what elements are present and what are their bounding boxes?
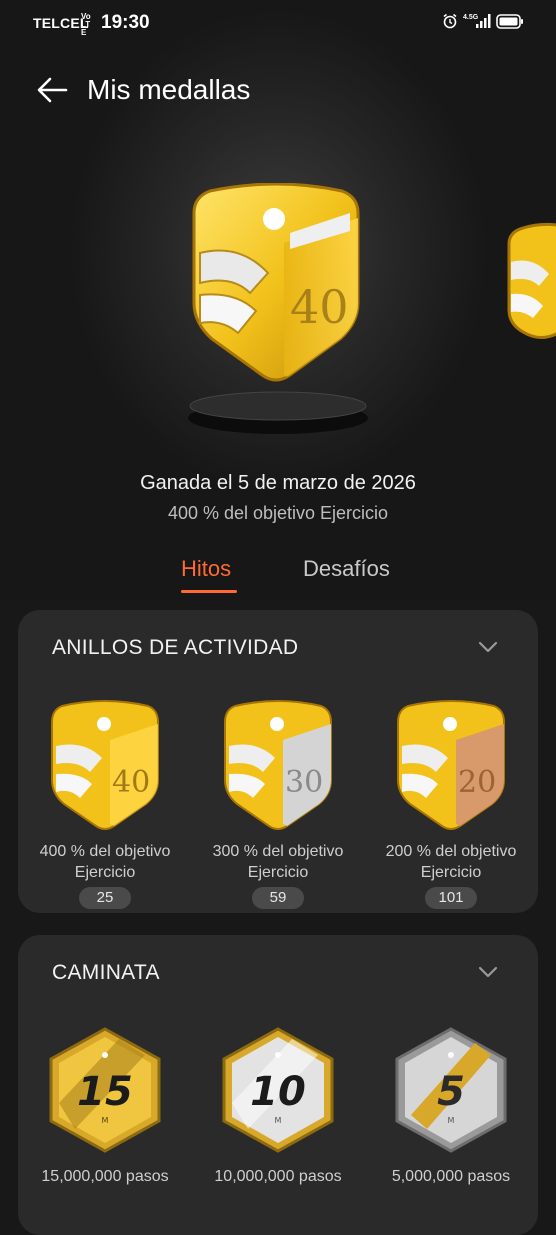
tab-hitos[interactable]: Hitos [181, 556, 231, 582]
medal-number: 10 [250, 1069, 306, 1115]
pedestal [186, 390, 370, 441]
medal-number: 5 [437, 1069, 465, 1115]
medal-item[interactable]: 5 M 5,000,000 pasos [371, 1025, 531, 1187]
status-bar: TELCEL Vo LTE 19:30 4.5G [0, 0, 556, 46]
medal-item[interactable]: 30 300 % del objetivo Ejercicio 59 [198, 700, 358, 909]
medal-number: 30 [285, 765, 323, 800]
earned-date: Ganada el 5 de marzo de 2026 [140, 472, 416, 494]
signal-icon [476, 14, 492, 32]
medal-unit: M [102, 1116, 109, 1125]
medal-bronze-icon: 20 [397, 700, 505, 830]
item-label-line2: Ejercicio [247, 864, 309, 881]
count-badge: 25 [79, 887, 131, 909]
tab-desafios[interactable]: Desafíos [303, 556, 390, 582]
medal-unit: M [448, 1116, 455, 1125]
medal-number: 15 [77, 1069, 133, 1115]
volte-indicator: Vo LTE [81, 12, 91, 37]
featured-medal[interactable]: 40 [190, 182, 362, 388]
featured-medal-number: 40 [290, 280, 349, 334]
section-title: CAMINATA [52, 961, 160, 984]
section-title: ANILLOS DE ACTIVIDAD [52, 636, 299, 659]
medal-item[interactable]: 10 M 10,000,000 pasos [198, 1025, 358, 1187]
app-bar: Mis medallas [0, 60, 556, 120]
walking-section: CAMINATA 15 M 15,000,000 pasos 10 M 10,0… [18, 935, 538, 1235]
medal-number: 40 [112, 765, 150, 800]
medal-number: 20 [458, 765, 496, 800]
walking-medal-gold-icon: 15 M [49, 1027, 161, 1153]
arrow-left-icon [37, 77, 68, 103]
count-badge: 59 [252, 887, 304, 909]
battery-icon [496, 14, 524, 33]
item-label-line1: 300 % del objetivo [212, 843, 344, 860]
item-label-line2: Ejercicio [74, 864, 136, 881]
medal-unit: M [275, 1116, 282, 1125]
item-label: 10,000,000 pasos [214, 1168, 342, 1185]
medal-item[interactable]: 40 400 % del objetivo Ejercicio 25 [25, 700, 185, 909]
item-label-line1: 400 % del objetivo [39, 843, 171, 860]
activity-rings-section: ANILLOS DE ACTIVIDAD 40 400 % del objeti… [18, 610, 538, 913]
medal-item[interactable]: 15 M 15,000,000 pasos [25, 1025, 185, 1187]
item-label: 15,000,000 pasos [41, 1168, 169, 1185]
walking-medal-silver-icon: 10 M [222, 1027, 334, 1153]
chevron-down-icon[interactable] [478, 640, 498, 658]
clock: 19:30 [101, 12, 150, 33]
tab-bar: Hitos Desafíos [0, 556, 556, 600]
back-button[interactable] [34, 72, 70, 108]
medal-silver-icon: 30 [224, 700, 332, 830]
active-tab-indicator [181, 590, 237, 593]
item-label-line1: 200 % del objetivo [385, 843, 517, 860]
page-title: Mis medallas [87, 74, 251, 105]
featured-goal: 400 % del objetivo Ejercicio [167, 503, 389, 523]
item-label-line2: Ejercicio [420, 864, 482, 881]
chevron-down-icon[interactable] [478, 965, 498, 983]
count-badge: 101 [425, 887, 477, 909]
medal-gold-icon: 40 [51, 700, 159, 830]
next-medal-preview[interactable] [503, 220, 556, 355]
item-label: 5,000,000 pasos [391, 1168, 511, 1185]
medal-item[interactable]: 20 200 % del objetivo Ejercicio 101 [371, 700, 531, 909]
walking-medal-silver-stripe-icon: 5 M [395, 1027, 507, 1153]
alarm-icon [442, 13, 458, 33]
